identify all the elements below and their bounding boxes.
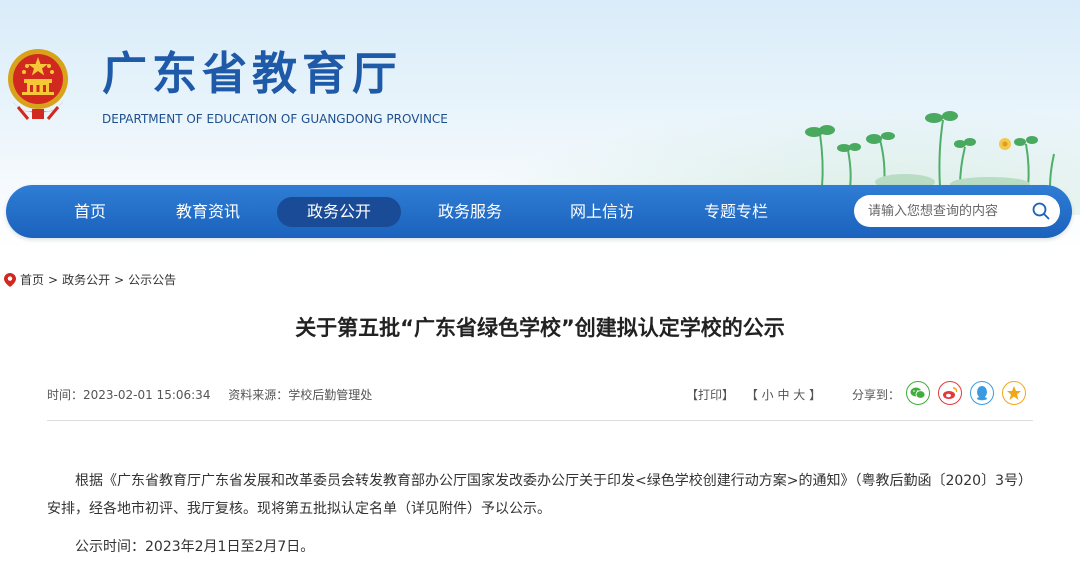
national-emblem-icon (8, 49, 68, 120)
font-size-switcher[interactable]: 【 小 中 大 】 (746, 388, 821, 402)
breadcrumb-separator: > (48, 272, 59, 287)
article-title: 关于第五批“广东省绿色学校”创建拟认定学校的公示 (295, 316, 785, 340)
nav-item-government-services[interactable]: 政务服务 (430, 197, 510, 227)
article-body: 根据《广东省教育厅广东省发展和改革委员会转发教育部办公厅国家发改委办公厅关于印发… (47, 467, 1033, 561)
breadcrumb-announcements[interactable]: 公示公告 (128, 271, 176, 288)
print-button[interactable]: 【打印】 (686, 388, 734, 402)
article-paragraph: 根据《广东省教育厅广东省发展和改革委员会转发教育部办公厅国家发改委办公厅关于印发… (47, 473, 1032, 517)
share-wechat-button[interactable] (906, 381, 930, 405)
breadcrumb: 首页 > 政务公开 > 公示公告 (4, 271, 176, 288)
header-banner: 广东省教育厅 DEPARTMENT OF EDUCATION OF GUANGD… (0, 0, 1080, 250)
search-input[interactable] (868, 195, 1028, 227)
wechat-icon (910, 387, 926, 399)
search-icon[interactable] (1032, 202, 1050, 220)
location-pin-icon (4, 272, 16, 287)
nav-item-special-topics[interactable]: 专题专栏 (696, 197, 776, 227)
share-qq-button[interactable] (970, 381, 994, 405)
article-tools: 【打印】 【 小 中 大 】 (686, 386, 821, 403)
nav-item-online-petition[interactable]: 网上信访 (562, 197, 642, 227)
share-label: 分享到： (852, 388, 901, 402)
site-subtitle: DEPARTMENT OF EDUCATION OF GUANGDONG PRO… (102, 112, 448, 126)
qq-icon (977, 386, 987, 401)
nav-item-home[interactable]: 首页 (66, 197, 114, 227)
weibo-icon (943, 387, 958, 399)
plant-decoration-icon (805, 111, 1055, 191)
nav-item-education-news[interactable]: 教育资讯 (168, 197, 248, 227)
publish-time: 时间：2023-02-01 15:06:34 (47, 388, 211, 402)
breadcrumb-government-affairs[interactable]: 政务公开 (62, 271, 110, 288)
qzone-icon (1007, 386, 1021, 400)
search-box (854, 195, 1060, 227)
breadcrumb-home[interactable]: 首页 (20, 271, 44, 288)
source: 资料来源：学校后勤管理处 (228, 388, 373, 402)
main-nav: 首页 教育资讯 政务公开 政务服务 网上信访 专题专栏 (6, 185, 1072, 238)
site-title: 广东省教育厅 (102, 47, 403, 100)
nav-item-government-affairs[interactable]: 政务公开 (277, 197, 401, 227)
share-weibo-button[interactable] (938, 381, 962, 405)
breadcrumb-separator: > (114, 272, 125, 287)
divider (47, 420, 1033, 421)
share-qzone-button[interactable] (1002, 381, 1026, 405)
article-meta: 时间：2023-02-01 15:06:34 资料来源：学校后勤管理处 (47, 386, 386, 403)
